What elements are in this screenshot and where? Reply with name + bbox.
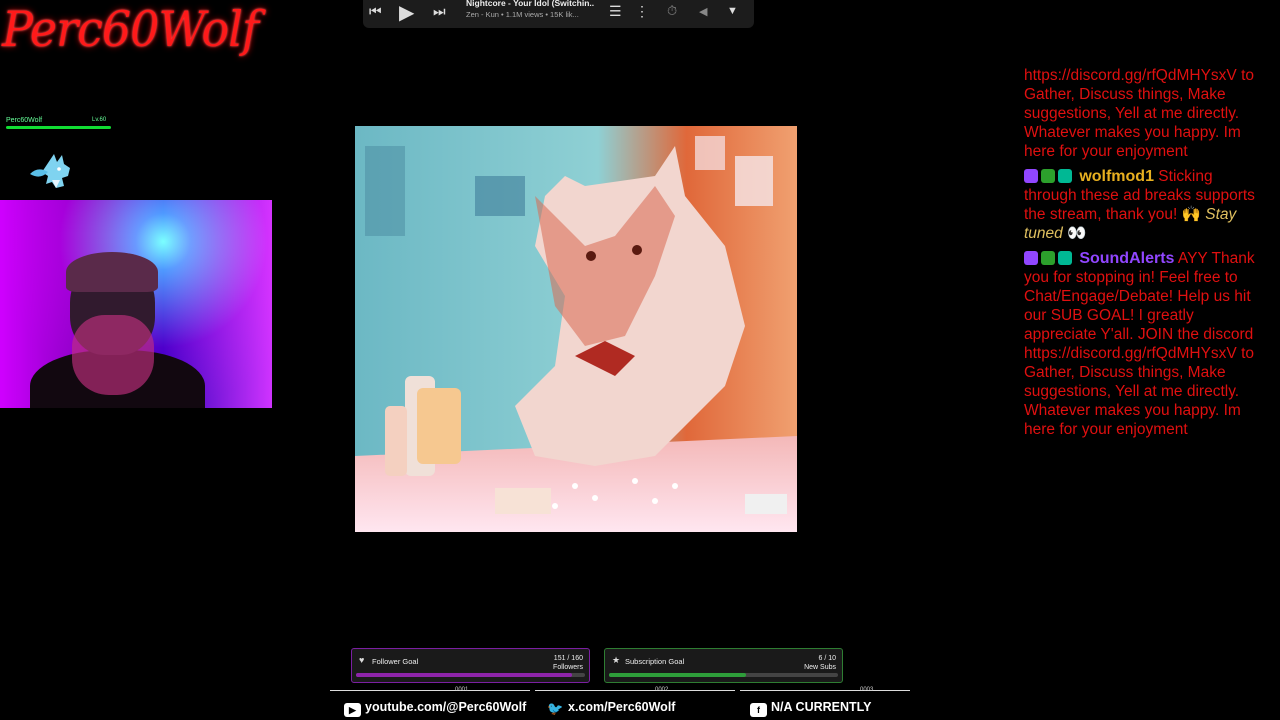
moderator-badge-icon [1041,251,1055,265]
skip-next-icon[interactable]: ⏭ [433,3,446,20]
bot-badge-icon [1058,251,1072,265]
subscription-goal-widget: ★ Subscription Goal 6 / 10 New Subs [604,648,843,683]
mini-name-label: Perc60Wolf [6,117,43,124]
youtube-link[interactable]: ▶ youtube.com/@Perc60Wolf [344,700,526,717]
skip-previous-icon[interactable]: ⏮ [369,3,382,20]
goal-progress-track [356,673,585,677]
social-links-bar: 0001 0002 0003 ▶ youtube.com/@Perc60Wolf … [330,687,910,720]
follower-goal-widget: ♥ Follower Goal 151 / 160 Followers [351,648,590,683]
chat-message-text: https://discord.gg/rfQdMHYsxV to Gather,… [1024,67,1255,160]
segment-number: 0001 [455,687,469,693]
twitter-bird-icon: 🐦 [547,701,564,716]
goal-label: Subscription Goal [625,657,685,666]
goal-label: Follower Goal [372,657,419,666]
media-player-bar: ⏮ ▶ ⏭ Nightcore - Your Idol (Switchin...… [363,0,754,28]
segment-number: 0003 [860,687,874,693]
divider [330,690,530,691]
webcam-feed [0,200,272,408]
mini-health-bar [6,126,111,129]
channel-logo: Perc60Wolf [2,0,259,58]
track-subtitle: Zen - Kun • 1.1M views • 15K lik... [466,10,579,19]
x-link[interactable]: 🐦 x.com/Perc60Wolf [547,700,675,716]
chat-username[interactable]: SoundAlerts [1079,250,1174,267]
segment-number: 0002 [655,687,669,693]
queue-icon[interactable]: ☰ [609,3,622,20]
chat-message-text: AYY Thank you for stopping in! Feel free… [1024,250,1255,438]
chat-message: wolfmod1 Sticking through these ad break… [1024,167,1256,243]
facebook-link-text: N/A CURRENTLY [771,700,872,714]
goal-count: 6 / 10 New Subs [804,654,836,672]
track-title[interactable]: Nightcore - Your Idol (Switchin... [466,0,594,8]
chat-username[interactable]: wolfmod1 [1079,168,1154,185]
youtube-icon: ▶ [344,703,361,717]
webcam-cap [66,252,158,292]
goal-progress-fill [609,673,747,677]
goal-progress-track [609,673,838,677]
goal-count-unit: New Subs [804,664,836,671]
webcam-beard [72,315,154,395]
chat-message: https://discord.gg/rfQdMHYsxV to Gather,… [1024,66,1256,161]
eyes-emoji-icon: 👀 [1067,225,1087,242]
youtube-link-text: youtube.com/@Perc60Wolf [365,700,527,714]
goal-count-value: 151 / 160 [553,655,583,662]
moderator-badge-icon [1041,169,1055,183]
facebook-link[interactable]: f N/A CURRENTLY [750,700,871,717]
facebook-icon: f [750,703,767,717]
chat-message: SoundAlerts AYY Thank you for stopping i… [1024,249,1256,439]
album-artwork [355,126,797,532]
twitch-badge-icon [1024,251,1038,265]
divider [740,690,910,691]
goal-count: 151 / 160 Followers [553,654,583,672]
mini-value-label: Lv.60 [92,117,107,123]
heart-icon: ♥ [359,655,365,665]
timer-icon[interactable]: ⏱ [667,3,677,19]
divider [535,690,735,691]
goal-progress-fill [356,673,573,677]
x-link-text: x.com/Perc60Wolf [568,700,676,714]
goal-count-value: 6 / 10 [818,655,836,662]
chevron-down-icon[interactable]: ▼ [727,5,738,17]
bot-badge-icon [1058,169,1072,183]
back-icon[interactable]: ◀ [699,5,707,18]
more-vert-icon[interactable]: ⋮ [635,3,649,20]
twitch-badge-icon [1024,169,1038,183]
play-icon[interactable]: ▶ [399,0,414,25]
goal-count-unit: Followers [553,664,583,671]
chat-panel: https://discord.gg/rfQdMHYsxV to Gather,… [1024,66,1256,445]
fox-mascot-icon [30,154,70,188]
star-icon: ★ [612,655,621,665]
